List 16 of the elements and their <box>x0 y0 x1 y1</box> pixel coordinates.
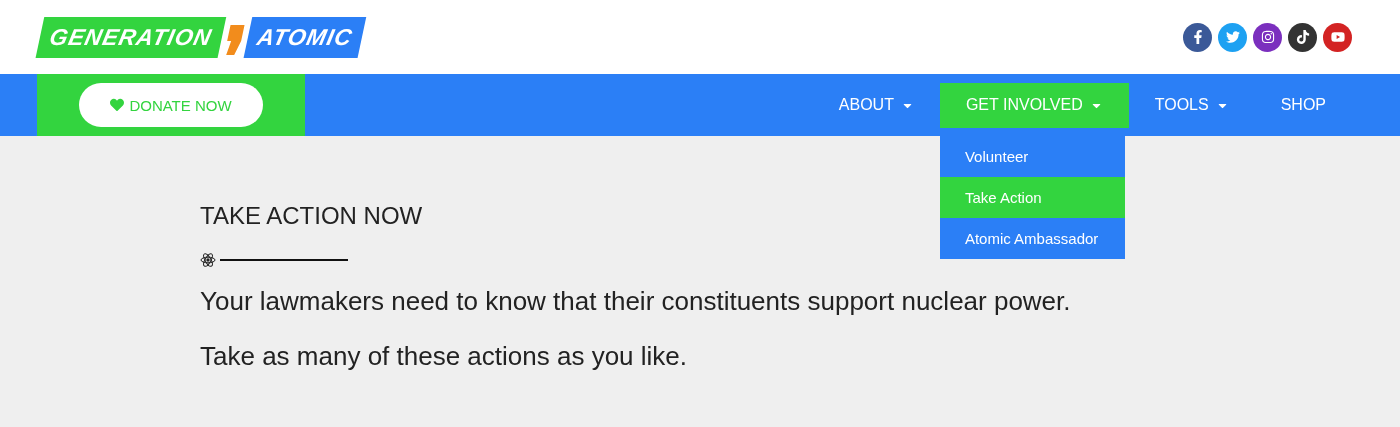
instagram-icon[interactable] <box>1253 22 1282 52</box>
atom-icon <box>200 252 216 268</box>
paragraph: Take as many of these actions as you like. <box>200 341 689 372</box>
twitter-icon[interactable] <box>1218 22 1247 52</box>
section-heading: TAKE ACTION NOW <box>200 202 424 230</box>
paragraph: Your lawmakers need to know that their constituents support nuclear power. <box>200 286 1072 317</box>
donate-button[interactable]: DONATE NOW <box>79 83 263 127</box>
dropdown-item[interactable]: Take Action <box>939 176 1125 218</box>
nav-item[interactable]: GET INVOLVED <box>939 82 1129 128</box>
nav-item[interactable]: TOOLS <box>1128 82 1255 128</box>
heart-icon <box>110 98 125 112</box>
tiktok-icon[interactable] <box>1288 22 1317 52</box>
facebook-icon[interactable] <box>1183 22 1212 52</box>
nav-item[interactable]: ABOUT <box>812 82 940 128</box>
nav-item[interactable]: SHOP <box>1254 82 1352 128</box>
youtube-icon[interactable] <box>1323 22 1352 52</box>
